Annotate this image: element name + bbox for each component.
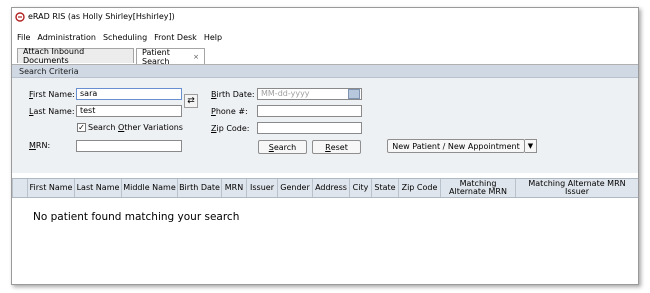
column-header[interactable]: Gender	[277, 179, 312, 197]
erad-logo-icon	[15, 11, 25, 22]
phone-input[interactable]	[257, 105, 362, 117]
chevron-down-icon[interactable]: ▼	[525, 139, 537, 153]
table-header: First Name Last Name Middle Name Birth D…	[12, 178, 638, 198]
column-header[interactable]: Issuer	[246, 179, 277, 197]
mrn-input[interactable]	[76, 140, 182, 152]
phone-label: Phone #:	[211, 107, 248, 116]
column-header[interactable]: MRN	[221, 179, 246, 197]
section-title: Search Criteria	[19, 66, 79, 76]
column-header[interactable]: Zip Code	[398, 179, 440, 197]
zip-code-label: Zip Code:	[211, 124, 250, 133]
zip-code-input[interactable]	[257, 122, 362, 134]
column-header[interactable]: State	[371, 179, 398, 197]
column-header[interactable]: City	[349, 179, 371, 197]
title-bar: eRAD RIS (as Holly Shirley[Hshirley])	[12, 8, 638, 25]
menu-bar: File Administration Scheduling Front Des…	[12, 30, 638, 44]
column-header[interactable]: Birth Date	[177, 179, 221, 197]
tab-label: Patient Search	[142, 47, 170, 66]
close-icon[interactable]: ×	[193, 53, 199, 61]
results-table: First Name Last Name Middle Name Birth D…	[12, 173, 638, 284]
tab-label: Attach Inbound Documents	[23, 47, 85, 65]
tab-attach-inbound-documents[interactable]: Attach Inbound Documents	[17, 47, 134, 65]
last-name-label: Last Name:	[29, 107, 75, 116]
last-name-input[interactable]: test	[76, 105, 182, 117]
menu-help[interactable]: Help	[204, 33, 222, 42]
search-variations-label: Search Other Variations	[88, 123, 183, 132]
menu-administration[interactable]: Administration	[37, 33, 96, 42]
window-title: eRAD RIS (as Holly Shirley[Hshirley])	[28, 12, 175, 21]
calendar-icon[interactable]	[348, 89, 360, 99]
swap-names-icon[interactable]: ⇄	[184, 94, 198, 108]
mrn-label: MRN:	[29, 141, 51, 150]
birth-date-input[interactable]: MM-dd-yyyy	[257, 88, 362, 100]
first-name-label: First Name:	[29, 90, 75, 99]
reset-button[interactable]: Reset	[312, 140, 361, 154]
first-name-input[interactable]: sara	[76, 88, 182, 100]
column-header[interactable]: Matching Alternate MRN	[440, 179, 515, 197]
tab-strip: Attach Inbound Documents Patient Search …	[12, 47, 638, 66]
empty-results-message: No patient found matching your search	[33, 211, 240, 223]
search-criteria-header: Search Criteria	[12, 65, 638, 78]
menu-file[interactable]: File	[17, 33, 30, 42]
birth-date-label: Birth Date:	[211, 90, 255, 99]
app-window: eRAD RIS (as Holly Shirley[Hshirley]) Fi…	[11, 7, 639, 285]
menu-scheduling[interactable]: Scheduling	[103, 33, 147, 42]
menu-front-desk[interactable]: Front Desk	[154, 33, 197, 42]
search-button[interactable]: Search	[258, 140, 307, 154]
search-variations-checkbox[interactable]: ✓	[77, 123, 86, 132]
column-header[interactable]: Middle Name	[121, 179, 177, 197]
search-form: First Name: sara ⇄ Last Name: test ✓ Sea…	[12, 78, 638, 173]
tab-patient-search[interactable]: Patient Search ×	[136, 47, 205, 66]
column-header[interactable]: Matching Alternate MRN Issuer	[515, 179, 638, 197]
column-header[interactable]: Address	[312, 179, 349, 197]
row-selector-header	[12, 179, 27, 197]
new-patient-appointment-button[interactable]: New Patient / New Appointment	[387, 139, 525, 153]
column-header[interactable]: First Name	[27, 179, 74, 197]
column-header[interactable]: Last Name	[74, 179, 121, 197]
